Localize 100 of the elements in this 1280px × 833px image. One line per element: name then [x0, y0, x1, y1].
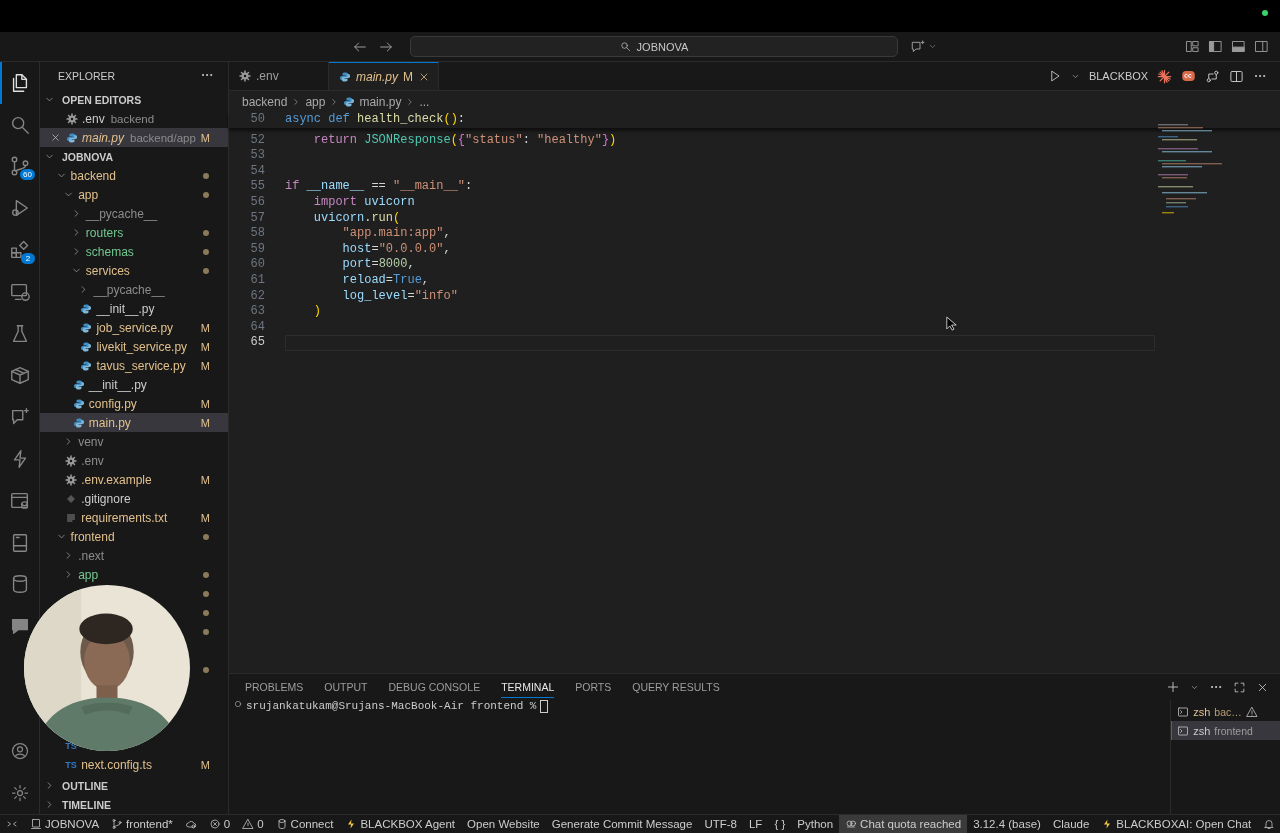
folder-item[interactable]: routers: [40, 223, 228, 242]
maximize-icon[interactable]: [1233, 680, 1247, 694]
folder-item[interactable]: __pycache__: [40, 204, 228, 223]
warning-icon[interactable]: [242, 818, 255, 830]
status-item[interactable]: 3.12.4 (base): [967, 815, 1047, 833]
terminal-prompt: srujankatukam@Srujans-MacBook-Air frontend %: [246, 700, 537, 712]
status-item[interactable]: JOBNOVA: [24, 815, 106, 833]
status-item[interactable]: frontend*: [105, 815, 179, 833]
breadcrumb-item[interactable]: backend: [242, 94, 288, 109]
folder-item[interactable]: app: [40, 185, 228, 204]
folder-item[interactable]: .next: [40, 546, 228, 565]
code-line: return JSONResponse({"status": "healthy"}): [312, 132, 617, 149]
status-dot: [1262, 10, 1269, 16]
file-item[interactable]: requirements.txt M: [40, 508, 228, 527]
secondary-sidebar-icon[interactable]: [1254, 39, 1270, 54]
status-item[interactable]: BLACKBOX Agent: [339, 815, 462, 833]
folder-item[interactable]: venv: [40, 432, 228, 451]
breadcrumb-item[interactable]: main.py: [359, 94, 402, 109]
command-center-search[interactable]: JOBNOVA: [410, 36, 898, 57]
breadcrumb-item[interactable]: ...: [419, 94, 430, 109]
chat-sparkle-icon[interactable]: [910, 38, 926, 55]
typescript-file-icon: TS: [65, 759, 77, 770]
code-line: host="0.0.0.0",: [341, 241, 451, 258]
file-item[interactable]: __init__.py: [40, 375, 228, 394]
error-icon[interactable]: [208, 818, 221, 830]
status-item[interactable]: UTF-8: [698, 815, 743, 833]
compare-changes-icon[interactable]: [1205, 68, 1221, 84]
status-item[interactable]: Connect: [269, 815, 340, 833]
breadcrumb-item[interactable]: app: [305, 94, 326, 109]
terminal-item[interactable]: zsh bac…: [1171, 702, 1280, 721]
status-item[interactable]: Chat quota reached: [839, 815, 968, 833]
add-icon[interactable]: [1166, 680, 1181, 694]
file-item[interactable]: livekit_service.py M: [40, 337, 228, 356]
file-item[interactable]: TS next.config.ts M: [40, 755, 228, 774]
gear-icon: [65, 473, 78, 486]
code-line: if __name__ == "__main__":: [285, 179, 473, 195]
file-item[interactable]: tavus_service.py M: [40, 356, 228, 375]
code-line: reload=True,: [341, 272, 430, 289]
section-header[interactable]: TIMELINE: [40, 795, 228, 814]
folder-item[interactable]: backend: [40, 166, 228, 185]
code-line: log_level="info": [341, 288, 458, 305]
diamond-icon: [65, 492, 78, 505]
file-item[interactable]: .gitignore: [40, 489, 228, 508]
file-item[interactable]: __init__.py: [40, 299, 228, 318]
settings-icon[interactable]: [9, 783, 30, 803]
panel-tab[interactable]: PORTS: [575, 677, 612, 697]
line-number: 62: [249, 288, 266, 305]
status-item[interactable]: Python: [791, 815, 840, 833]
file-item[interactable]: main.py M: [40, 413, 228, 432]
status-item[interactable]: { }: [768, 815, 792, 833]
line-number: 63: [249, 304, 266, 320]
blackbox-button[interactable]: BLACKBOX: [1088, 70, 1149, 82]
search-icon: [619, 41, 631, 52]
file-item[interactable]: .env: [40, 451, 228, 470]
open-editor-item[interactable]: main.py backend/app M: [40, 128, 228, 147]
status-item[interactable]: LF: [742, 815, 769, 833]
package-icon[interactable]: [8, 364, 31, 387]
panel-tab[interactable]: PROBLEMS: [245, 677, 304, 697]
folder-item[interactable]: services: [40, 261, 228, 280]
terminal-item[interactable]: zsh frontend: [1171, 721, 1280, 740]
section-header[interactable]: JOBNOVA: [40, 147, 228, 166]
device-icon[interactable]: [30, 818, 42, 830]
status-item[interactable]: 0: [236, 815, 270, 833]
folder-item[interactable]: __pycache__: [40, 280, 228, 299]
layout-icon[interactable]: [1185, 39, 1201, 54]
section-header[interactable]: OPEN EDITORS: [40, 90, 228, 109]
status-item[interactable]: Generate Commit Message: [545, 815, 699, 833]
file-item[interactable]: job_service.py M: [40, 318, 228, 337]
folder-item[interactable]: app: [40, 565, 228, 584]
cc-chat-icon[interactable]: [1181, 68, 1197, 84]
line-number: 54: [249, 163, 266, 180]
panel-tab[interactable]: TERMINAL: [501, 676, 555, 698]
sparkle-icon[interactable]: [1157, 68, 1173, 84]
status-item[interactable]: BLACKBOXAI: Open Chat: [1095, 815, 1258, 833]
bell-icon[interactable]: [1263, 818, 1276, 830]
file-item[interactable]: .env.example M: [40, 470, 228, 489]
status-item[interactable]: 0: [202, 815, 237, 833]
editor-tab[interactable]: main.py M: [329, 62, 440, 90]
folder-item[interactable]: schemas: [40, 242, 228, 261]
database-icon[interactable]: [275, 818, 288, 830]
caret-icon[interactable]: [928, 42, 937, 51]
status-item[interactable]: Claude: [1046, 815, 1096, 833]
split-editor-icon[interactable]: [1229, 68, 1245, 84]
line-number: 59: [249, 241, 266, 258]
cloud-sync-icon[interactable]: [184, 818, 197, 830]
status-item[interactable]: Open Website: [461, 815, 546, 833]
sidebar-toggle-icon[interactable]: [1208, 39, 1224, 54]
account-icon[interactable]: [9, 741, 30, 761]
folder-item[interactable]: frontend: [40, 527, 228, 546]
close-icon[interactable]: [50, 132, 61, 143]
gear-icon: [66, 112, 78, 125]
panel-tab[interactable]: DEBUG CONSOLE: [388, 677, 481, 697]
panel-tab[interactable]: QUERY RESULTS: [632, 677, 720, 697]
open-editor-item[interactable]: .env backend: [40, 109, 228, 128]
panel-toggle-icon[interactable]: [1231, 39, 1247, 54]
section-header[interactable]: OUTLINE: [40, 776, 228, 795]
panel-tab[interactable]: OUTPUT: [324, 677, 368, 697]
prompt-circle-icon: [234, 700, 242, 708]
file-item[interactable]: config.py M: [40, 394, 228, 413]
branch-icon[interactable]: [111, 818, 124, 830]
